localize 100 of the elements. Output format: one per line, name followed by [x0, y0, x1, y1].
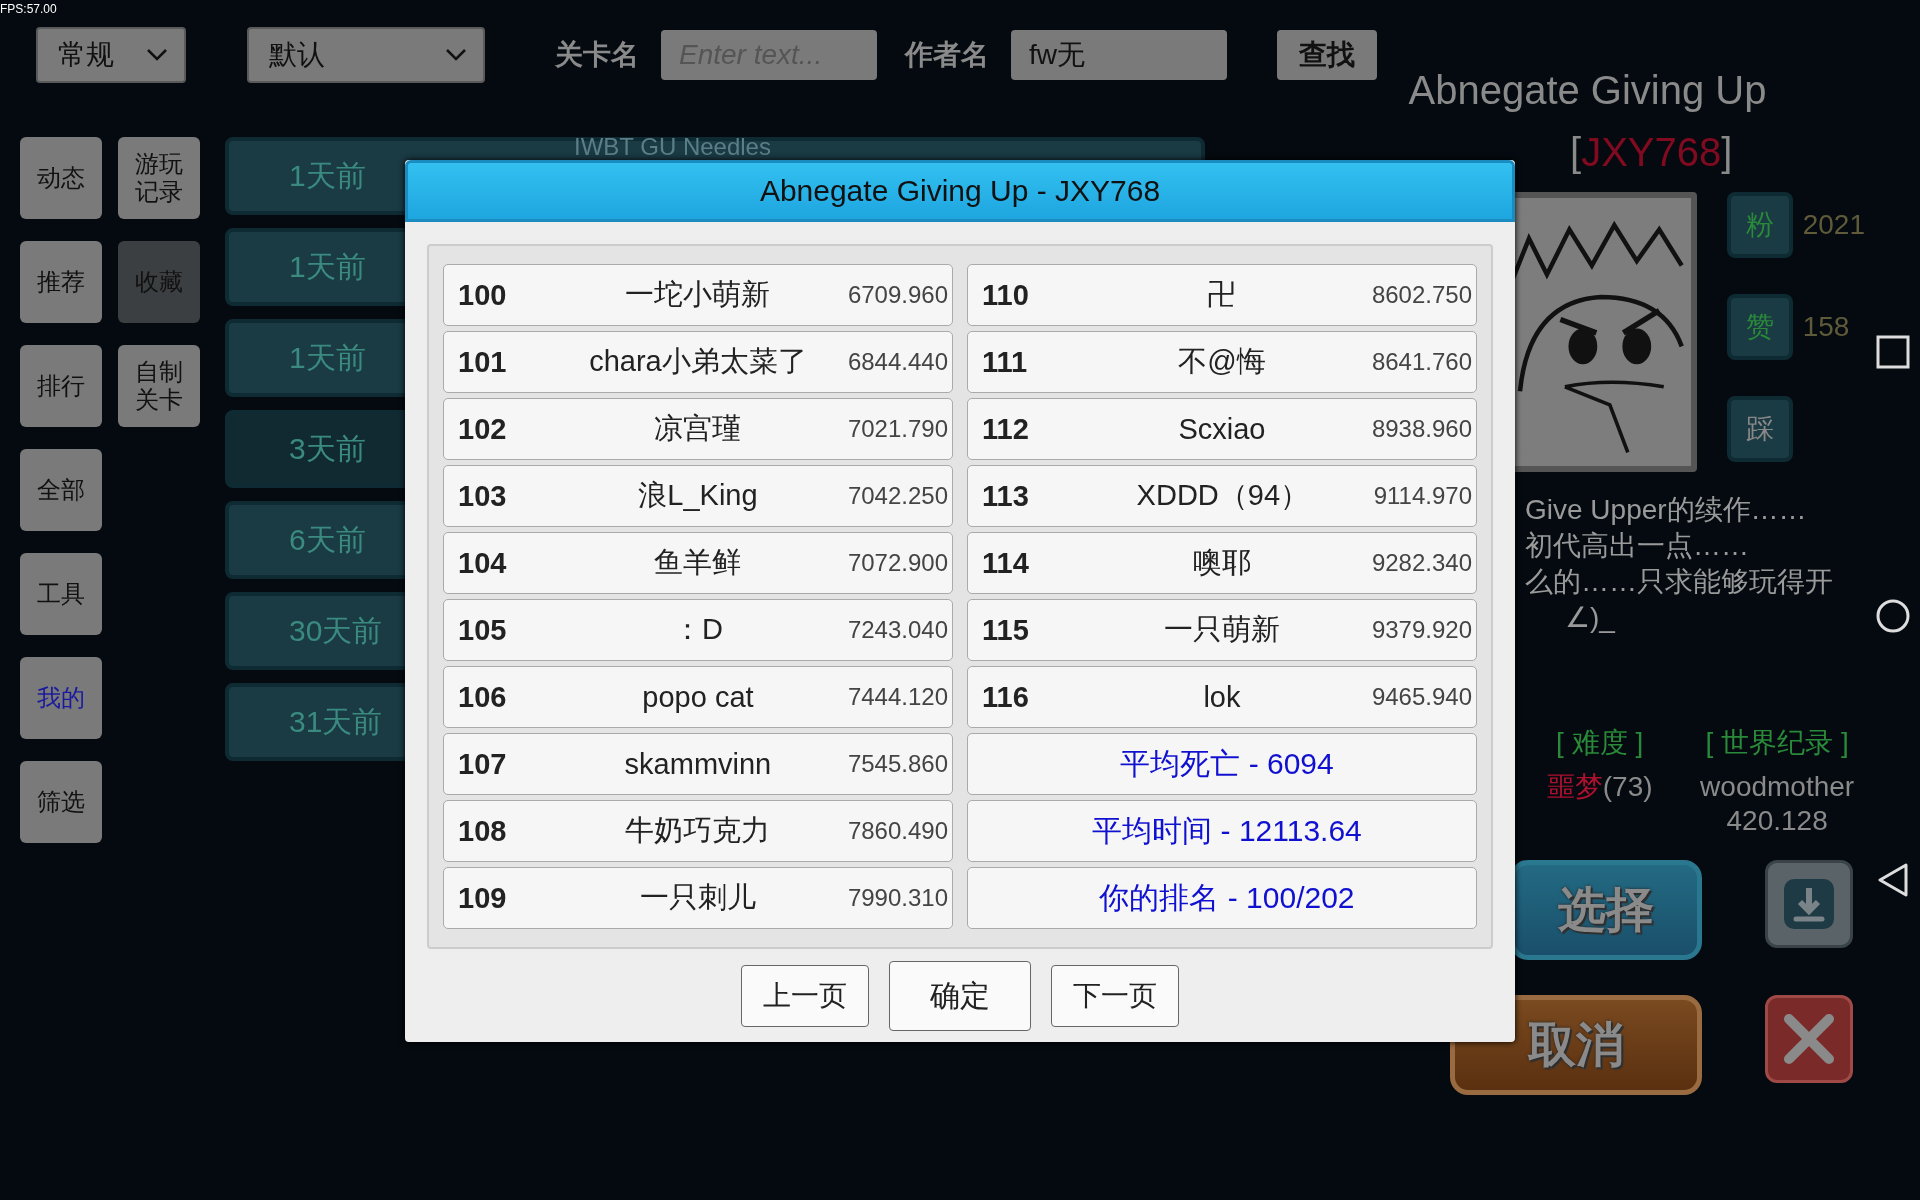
score-text: 9282.340: [1371, 549, 1472, 577]
dropdown[interactable]: 默认: [247, 27, 485, 83]
difficulty-header: [ 难度 ]: [1556, 726, 1644, 760]
score-text: 7860.490: [847, 817, 948, 845]
sidebar-button[interactable]: 工具: [20, 553, 102, 635]
player-name: 不@悔: [1177, 344, 1267, 379]
input-field[interactable]: fw无: [1011, 30, 1227, 80]
sidebar-button[interactable]: 排行: [20, 345, 102, 427]
home-icon[interactable]: [1875, 599, 1910, 633]
rank-text: 102: [458, 412, 508, 446]
dialog-title: Abnegate Giving Up - JXY768: [405, 160, 1515, 222]
date-text: 6天前: [289, 521, 366, 558]
difficulty-text: 噩梦(73): [1546, 770, 1653, 804]
score-text: 6844.440: [847, 348, 948, 376]
stat-button[interactable]: 赞: [1726, 294, 1793, 360]
rank-text: 100: [458, 278, 508, 312]
description-line: 初代高出一点……: [1525, 530, 1749, 561]
description-line: 么的……只求能够玩得开: [1525, 566, 1833, 597]
chevron-down-icon: [146, 48, 168, 62]
date-text: 1天前: [289, 157, 366, 194]
player-name: 一坨小萌新: [624, 277, 772, 312]
date-text: 1天前: [289, 339, 366, 376]
description-line: ∠)_: [1565, 602, 1615, 633]
player-name: skammvinn: [623, 747, 773, 781]
rank-text: 114: [982, 546, 1030, 580]
bracket-text: [: [1570, 130, 1582, 174]
rank-text: 109: [458, 881, 508, 915]
date-text: 1天前: [289, 248, 366, 285]
stat-value: 158: [1802, 311, 1850, 343]
player-name: 卍: [1206, 277, 1238, 312]
score-text: 7021.790: [847, 415, 948, 443]
player-name: Scxiao: [1177, 412, 1267, 446]
rank-text: 101: [458, 345, 508, 379]
player-name: 牛奶巧克力: [624, 813, 772, 848]
stat-button[interactable]: 踩: [1726, 396, 1793, 462]
record-time: 420.128: [1726, 804, 1828, 838]
search-button[interactable]: 查找: [1277, 30, 1377, 80]
rank-text: 104: [458, 546, 508, 580]
date-text: 3天前: [289, 430, 366, 467]
rank-text: 111: [982, 345, 1029, 379]
player-name: popo cat: [641, 680, 755, 714]
score-text: 7243.040: [847, 616, 948, 644]
field-label: 关卡名: [555, 38, 639, 72]
sidebar-button[interactable]: 动态: [20, 137, 102, 219]
player-name: lok: [1202, 680, 1242, 714]
score-text: 7444.120: [847, 683, 948, 711]
recent-apps-icon[interactable]: [1875, 335, 1910, 369]
rank-text: 107: [458, 747, 508, 781]
score-text: 7990.310: [847, 884, 948, 912]
summary-text: 平均时间 - 12113.64: [967, 800, 1477, 862]
stat-button[interactable]: 粉: [1726, 192, 1793, 258]
rank-text: 108: [458, 814, 508, 848]
dialog-button[interactable]: 下一页: [1051, 965, 1179, 1027]
chevron-down-icon: [445, 48, 467, 62]
score-text: 8602.750: [1371, 281, 1472, 309]
date-text: 31天前: [289, 703, 383, 740]
player-name: 一只刺儿: [638, 880, 757, 915]
player-name: 浪L_King: [637, 478, 759, 513]
sidebar-button[interactable]: 自制关卡: [118, 345, 200, 427]
score-text: 9465.940: [1371, 683, 1472, 711]
rank-text: 115: [982, 613, 1030, 647]
bracket-text: ]: [1721, 130, 1733, 174]
sidebar-button[interactable]: 我的: [20, 657, 102, 739]
fps-counter: FPS:57.00: [0, 2, 57, 16]
rank-text: 116: [982, 680, 1030, 714]
score-text: 8938.960: [1371, 415, 1472, 443]
dialog-button[interactable]: 上一页: [741, 965, 869, 1027]
player-name: 鱼羊鲜: [653, 545, 743, 580]
score-text: 7042.250: [847, 482, 948, 510]
player-name: XDDD（94）: [1135, 478, 1311, 513]
rank-text: 113: [982, 479, 1030, 513]
description-line: Give Upper的续作……: [1525, 494, 1807, 525]
summary-text: 你的排名 - 100/202: [967, 867, 1477, 929]
score-text: 9379.920: [1371, 616, 1472, 644]
level-title: IWBT GU Needles: [574, 133, 771, 161]
date-text: 30天前: [289, 612, 383, 649]
dropdown[interactable]: 常规: [36, 27, 186, 83]
rank-text: 110: [982, 278, 1030, 312]
record-holder: woodmother: [1700, 770, 1855, 804]
score-text: 8641.760: [1371, 348, 1472, 376]
close-button[interactable]: [1765, 995, 1853, 1083]
record-header: [ 世界纪录 ]: [1705, 726, 1849, 760]
player-name: 一只萌新: [1162, 612, 1281, 647]
sidebar-button[interactable]: 游玩记录: [118, 137, 200, 219]
score-text: 7072.900: [847, 549, 948, 577]
level-title: Abnegate Giving Up: [1407, 68, 1768, 112]
player-name: chara小弟太菜了: [588, 344, 808, 379]
download-button[interactable]: [1765, 860, 1853, 948]
player-name: 凉宫瑾: [653, 411, 743, 446]
sidebar-button[interactable]: 推荐: [20, 241, 102, 323]
sidebar-button[interactable]: 筛选: [20, 761, 102, 843]
close-icon: [1781, 1011, 1837, 1067]
score-text: 6709.960: [847, 281, 948, 309]
score-text: 7545.860: [847, 750, 948, 778]
sidebar-button[interactable]: 全部: [20, 449, 102, 531]
rank-text: 112: [982, 412, 1030, 446]
field-label: 作者名: [905, 38, 989, 72]
author-name: JXY768: [1581, 130, 1722, 174]
dialog-button[interactable]: 确定: [889, 961, 1031, 1031]
player-name: ：D: [671, 612, 724, 647]
